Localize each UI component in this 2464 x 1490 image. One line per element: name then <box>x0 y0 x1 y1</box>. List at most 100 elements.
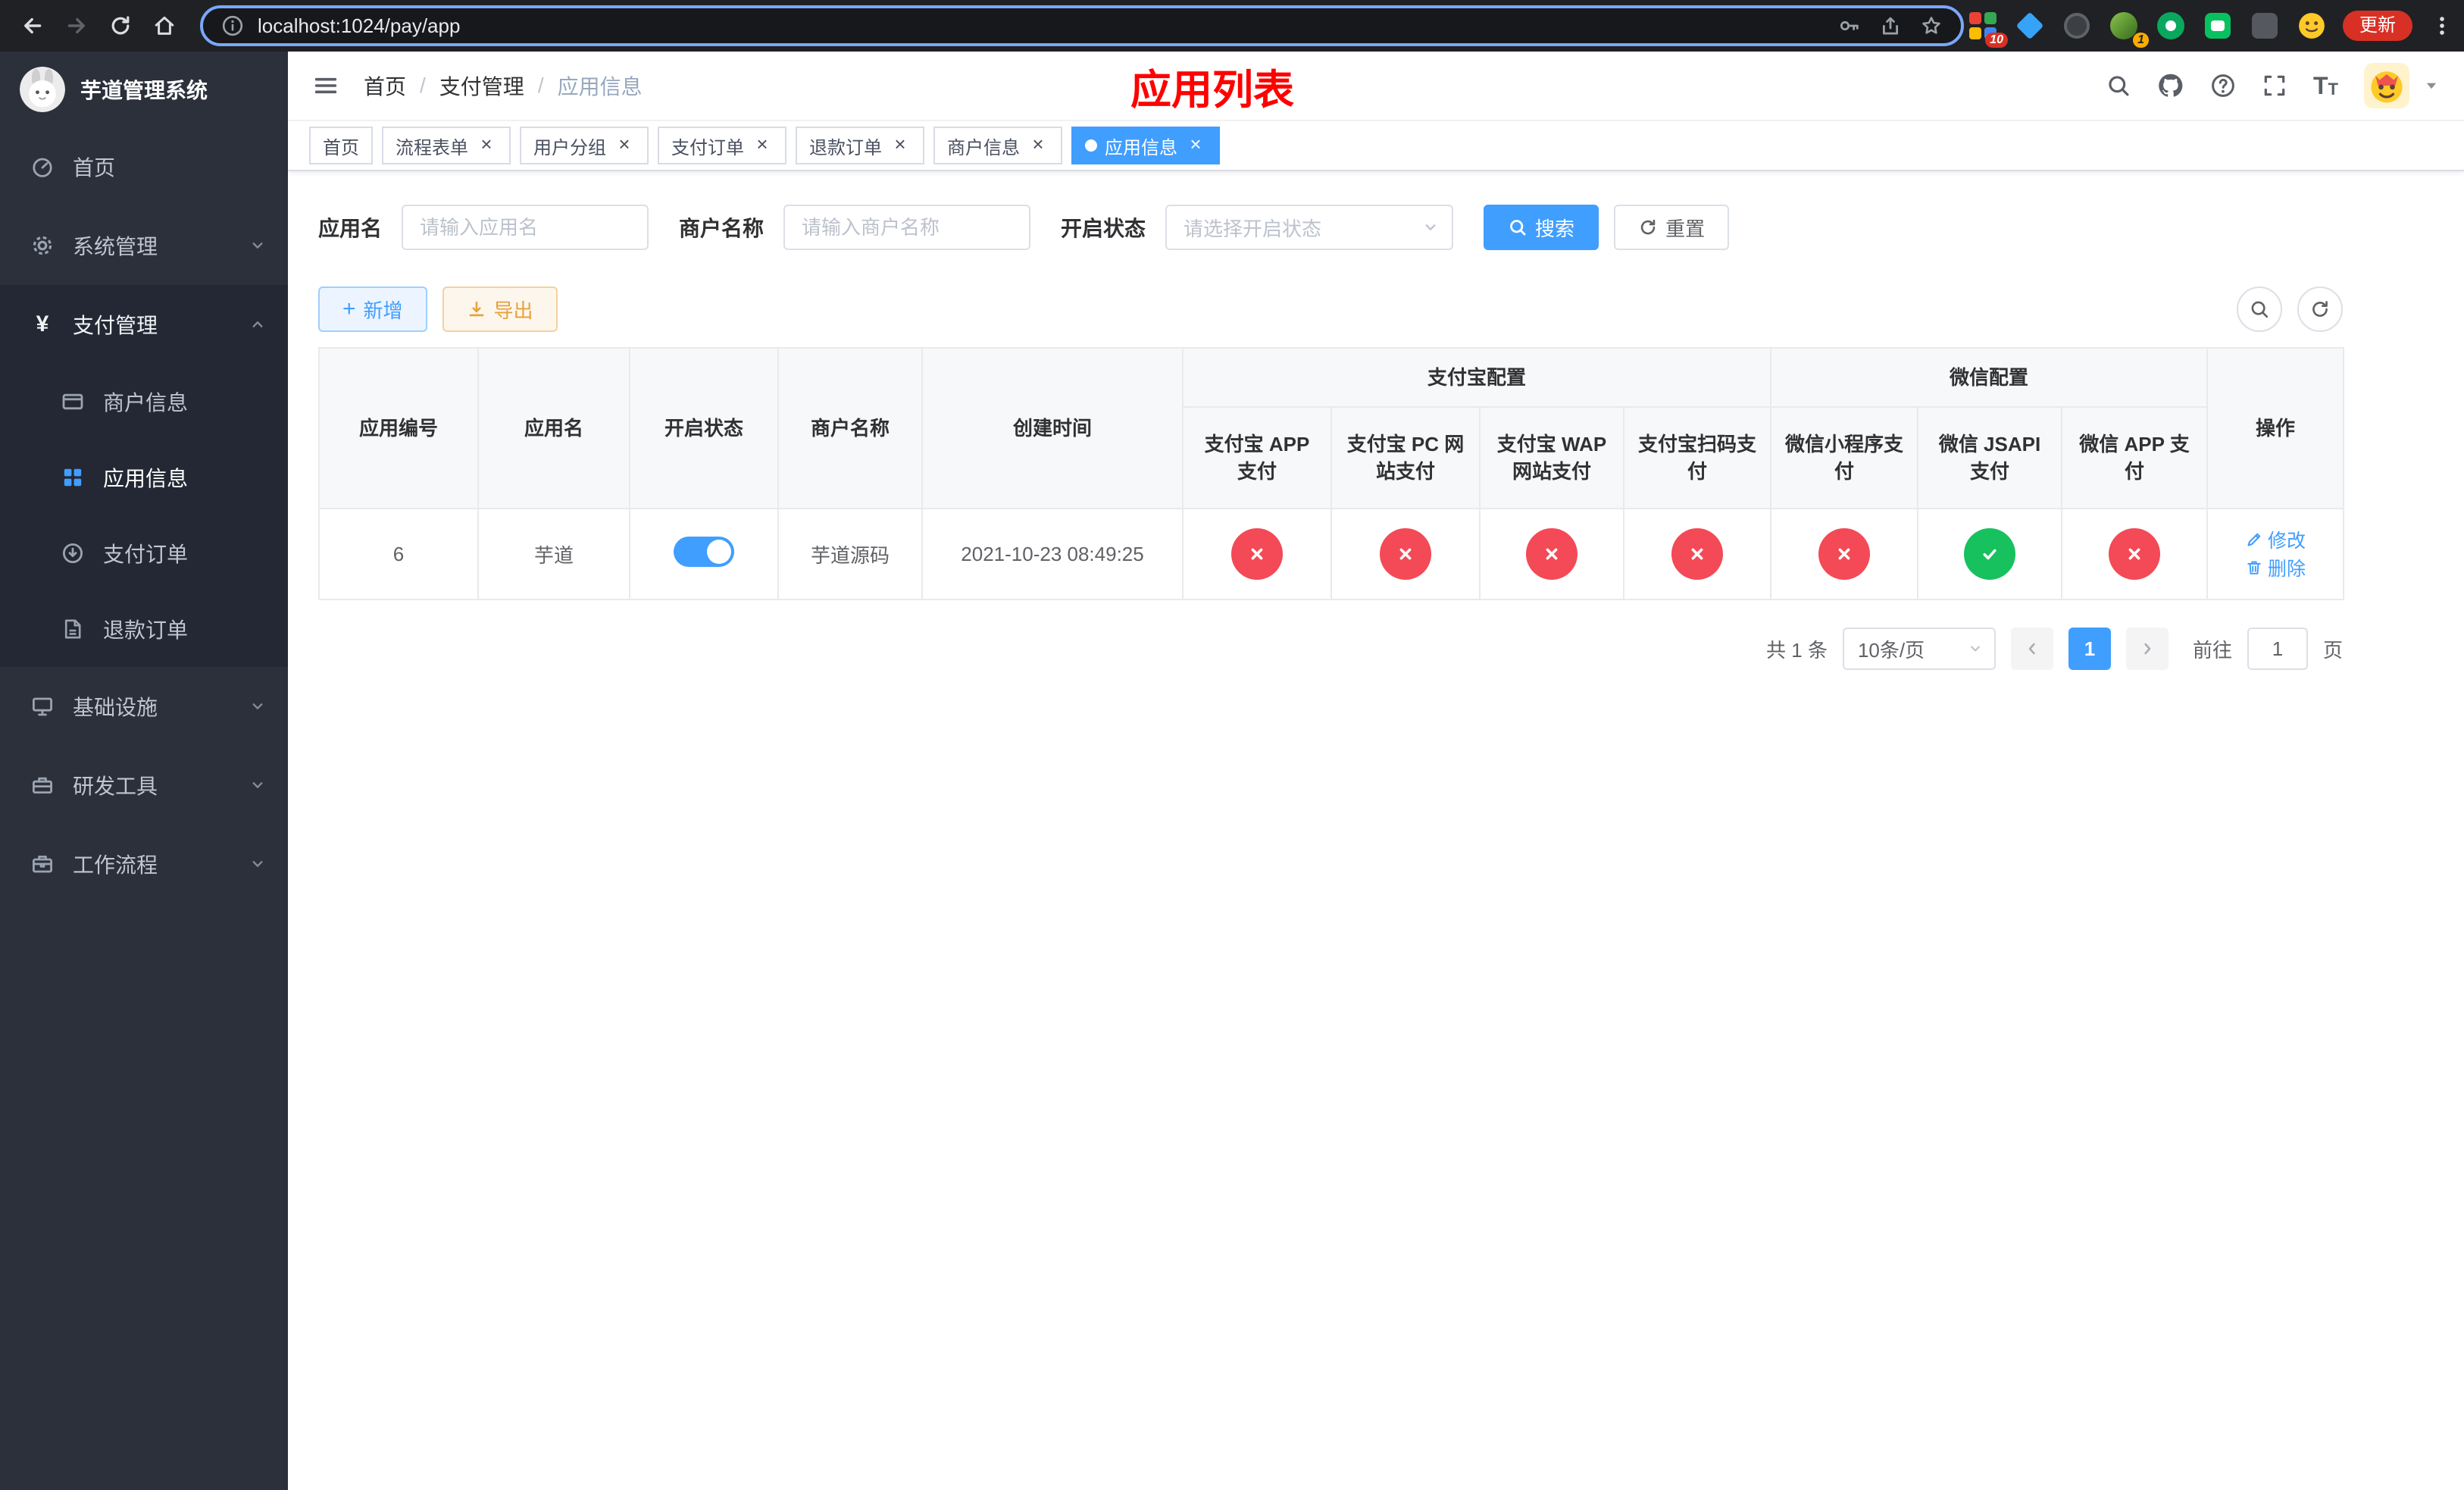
help-icon[interactable] <box>2210 73 2236 99</box>
refresh-button[interactable] <box>2297 286 2343 332</box>
tab-pay-order[interactable]: 支付订单 × <box>658 127 786 164</box>
fullscreen-icon[interactable] <box>2262 73 2287 99</box>
extension-avatar-icon[interactable]: 1 <box>2108 10 2149 48</box>
extension-dark-circle-icon[interactable] <box>2061 10 2093 42</box>
pagination: 共 1 条 10条/页 1 前往 1 页 <box>318 628 2343 670</box>
sidebar-item-refund-order[interactable]: 退款订单 <box>0 591 288 667</box>
forward-icon[interactable] <box>56 5 97 46</box>
x-mark-icon <box>1526 528 1578 580</box>
github-icon[interactable] <box>2157 72 2184 99</box>
sidebar: 芋道管理系统 首页 系统管理 ¥ 支付管理 商户信息 应用信息 支付订单 退款订… <box>0 52 288 1490</box>
tab-app-info[interactable]: 应用信息 × <box>1071 127 1220 164</box>
pagination-total: 共 1 条 <box>1766 638 1828 662</box>
chevron-down-icon <box>249 855 267 873</box>
merchant-name-input[interactable] <box>783 205 1031 250</box>
breadcrumb: 首页 / 支付管理 / 应用信息 <box>364 70 643 101</box>
sidebar-item-system[interactable]: 系统管理 <box>0 206 288 285</box>
topbar: 首页 / 支付管理 / 应用信息 应用列表 T T <box>288 52 2464 121</box>
extension-gray-icon[interactable] <box>2249 10 2281 42</box>
col-group-alipay: 支付宝配置 <box>1181 347 1772 408</box>
key-icon[interactable] <box>1838 14 1861 37</box>
active-tab-dot <box>1085 139 1097 152</box>
sidebar-item-workflow[interactable]: 工作流程 <box>0 825 288 903</box>
app-name-input[interactable] <box>402 205 649 250</box>
page-number-button[interactable]: 1 <box>2068 628 2111 670</box>
breadcrumb-payment[interactable]: 支付管理 <box>439 70 524 101</box>
tab-user-group[interactable]: 用户分组 × <box>520 127 649 164</box>
status-toggle[interactable] <box>674 536 734 567</box>
browser-update-button[interactable]: 更新 <box>2343 11 2412 41</box>
edit-link[interactable]: 修改 <box>2245 526 2306 553</box>
sidebar-item-payment[interactable]: ¥ 支付管理 <box>0 285 288 364</box>
url-bar[interactable]: localhost:1024/pay/app <box>200 5 1964 46</box>
sidebar-item-home[interactable]: 首页 <box>0 127 288 206</box>
screen: localhost:1024/pay/app 10 1 更新 芋道管理系统 首页… <box>0 0 2464 1490</box>
tab-refund-order[interactable]: 退款订单 × <box>796 127 924 164</box>
browser-toolbar: localhost:1024/pay/app 10 1 更新 <box>0 0 2464 52</box>
user-avatar[interactable] <box>2364 63 2409 108</box>
tab-process-form[interactable]: 流程表单 × <box>382 127 511 164</box>
extension-diamond-icon[interactable] <box>2014 10 2046 42</box>
hamburger-icon[interactable] <box>312 72 339 99</box>
toggle-search-button[interactable] <box>2237 286 2282 332</box>
extensions-grid-icon[interactable]: 10 <box>1967 10 2008 48</box>
font-size-icon[interactable]: TT <box>2313 74 2338 98</box>
col-create-time: 创建时间 <box>921 347 1184 509</box>
close-icon[interactable]: × <box>1185 134 1206 156</box>
extension-wechat-devtool-icon[interactable] <box>2202 10 2234 42</box>
search-button[interactable]: 搜索 <box>1484 205 1599 250</box>
status-label: 开启状态 <box>1061 217 1146 240</box>
sidebar-item-merchant-info[interactable]: 商户信息 <box>0 364 288 440</box>
back-icon[interactable] <box>12 5 53 46</box>
cell-actions: 修改 删除 <box>2206 508 2345 600</box>
refund-doc-icon <box>61 617 85 641</box>
next-page-button[interactable] <box>2125 628 2169 670</box>
close-icon[interactable]: × <box>614 134 635 156</box>
extension-emoji-icon[interactable] <box>2296 10 2328 42</box>
home-icon[interactable] <box>144 5 185 46</box>
page-size-select[interactable]: 10条/页 <box>1842 628 1996 670</box>
share-icon[interactable] <box>1879 14 1902 37</box>
extension-green-circle-icon[interactable] <box>2155 10 2187 42</box>
breadcrumb-current: 应用信息 <box>557 75 643 99</box>
close-icon[interactable]: × <box>890 134 911 156</box>
url-text[interactable]: localhost:1024/pay/app <box>258 14 460 38</box>
star-icon[interactable] <box>1920 14 1943 37</box>
sidebar-item-infra[interactable]: 基础设施 <box>0 667 288 746</box>
caret-down-icon[interactable] <box>2423 77 2440 94</box>
site-info-icon[interactable] <box>221 14 244 37</box>
workflow-case-icon <box>30 852 55 876</box>
close-icon[interactable]: × <box>476 134 497 156</box>
breadcrumb-home[interactable]: 首页 <box>364 70 406 101</box>
browser-menu-icon[interactable] <box>2428 14 2456 37</box>
add-button[interactable]: + 新增 <box>318 286 427 332</box>
status-select[interactable]: 请选择开启状态 <box>1165 205 1454 250</box>
sidebar-item-pay-order[interactable]: 支付订单 <box>0 515 288 591</box>
page-unit-label: 页 <box>2322 638 2343 662</box>
app-title: 芋道管理系统 <box>80 79 208 102</box>
col-alipay-qr: 支付宝扫码支付 <box>1622 406 1772 509</box>
gear-icon <box>30 233 55 258</box>
sidebar-item-app-info[interactable]: 应用信息 <box>0 440 288 515</box>
tab-home[interactable]: 首页 <box>309 127 373 164</box>
dashboard-icon <box>30 155 55 179</box>
app-table: 应用编号 应用名 开启状态 商户名称 创建时间 支付宝配置 微信配置 操作 支付… <box>318 347 2345 600</box>
sidebar-item-devtools[interactable]: 研发工具 <box>0 746 288 825</box>
tabs-bar: 首页 流程表单 × 用户分组 × 支付订单 × 退款订单 × 商户信息 × 应用… <box>288 121 2464 171</box>
close-icon[interactable]: × <box>1027 134 1049 156</box>
content: 应用名 商户名称 开启状态 请选择开启状态 <box>288 171 2464 1490</box>
app-logo[interactable]: 芋道管理系统 <box>0 52 288 127</box>
delete-link[interactable]: 删除 <box>2245 554 2306 581</box>
reset-button[interactable]: 重置 <box>1614 205 1730 250</box>
search-icon[interactable] <box>2106 73 2131 99</box>
close-icon[interactable]: × <box>752 134 773 156</box>
cell-app-id: 6 <box>318 508 479 600</box>
col-wechat-app: 微信 APP 支付 <box>2061 406 2209 509</box>
goto-page-input[interactable] <box>2247 628 2308 670</box>
logo-avatar <box>20 67 65 112</box>
reload-icon[interactable] <box>100 5 141 46</box>
col-status: 开启状态 <box>629 347 779 509</box>
prev-page-button[interactable] <box>2010 628 2053 670</box>
export-button[interactable]: 导出 <box>442 286 558 332</box>
tab-merchant-info[interactable]: 商户信息 × <box>933 127 1062 164</box>
